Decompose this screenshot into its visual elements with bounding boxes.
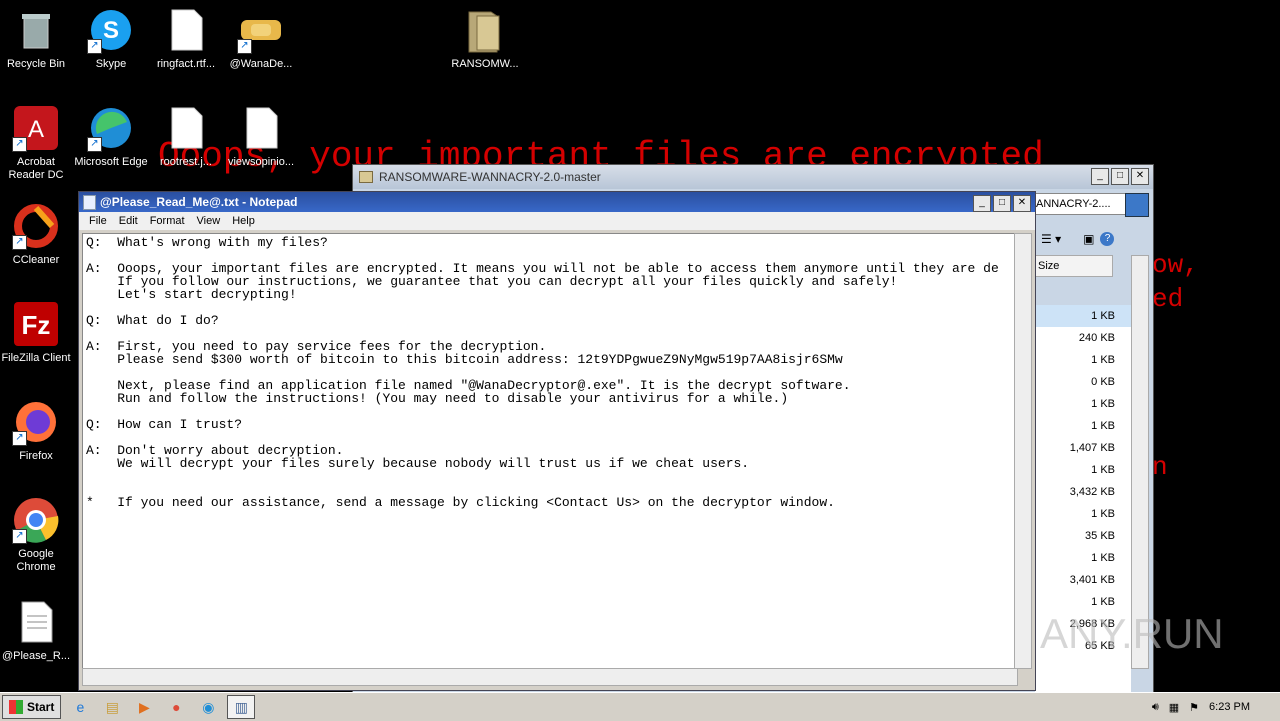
flag-icon[interactable]: ⚑ bbox=[1189, 701, 1199, 714]
maximize-button[interactable]: □ bbox=[993, 195, 1011, 212]
file-size-row[interactable]: 0 KB bbox=[1035, 371, 1131, 393]
explorer-vertical-scrollbar[interactable] bbox=[1131, 255, 1149, 669]
filezilla-icon: Fz bbox=[12, 300, 60, 348]
file-size-row[interactable]: 1 KB bbox=[1035, 503, 1131, 525]
desktop-icon-ccleaner[interactable]: ↗ CCleaner bbox=[0, 196, 74, 267]
notepad-icon bbox=[83, 194, 96, 210]
skype-icon: S ↗ bbox=[87, 6, 135, 54]
minimize-button[interactable]: _ bbox=[973, 195, 991, 212]
taskbar-notepad-icon[interactable]: ▥ bbox=[227, 695, 256, 719]
taskbar-explorer-icon[interactable]: ▤ bbox=[99, 696, 125, 718]
svg-text:S: S bbox=[103, 17, 119, 44]
address-bar[interactable]: ANNACRY-2.... bbox=[1035, 193, 1132, 215]
acrobat-icon: A ↗ bbox=[12, 104, 60, 152]
system-tray: 🔊︎ ▦ ⚑ 6:23 PM bbox=[1152, 695, 1280, 719]
watermark: ANY.RUN bbox=[1040, 610, 1224, 657]
handshake-icon: ↗ bbox=[237, 6, 285, 54]
file-size-row[interactable]: 1,407 KB bbox=[1035, 437, 1131, 459]
notepad-menu-bar: File Edit Format View Help bbox=[79, 212, 1035, 230]
notepad-title: @Please_Read_Me@.txt - Notepad bbox=[100, 195, 298, 209]
text-file-icon bbox=[12, 598, 60, 646]
file-size-row[interactable]: 35 KB bbox=[1035, 525, 1131, 547]
notepad-vertical-scrollbar[interactable] bbox=[1014, 233, 1032, 669]
close-button[interactable]: ✕ bbox=[1131, 168, 1149, 185]
file-size-row[interactable]: 1 KB bbox=[1035, 415, 1131, 437]
file-size-row[interactable]: 1 KB bbox=[1035, 459, 1131, 481]
explorer-title-bar[interactable]: RANSOMWARE-WANNACRY-2.0-master bbox=[353, 165, 1153, 189]
folder-icon bbox=[461, 6, 509, 54]
firefox-icon: ↗ bbox=[12, 398, 60, 446]
edge-icon: ↗ bbox=[87, 104, 135, 152]
desktop-icon-wanadecryptor[interactable]: ↗ @WanaDe... bbox=[223, 0, 299, 71]
svg-text:A: A bbox=[28, 116, 44, 143]
file-size-row[interactable]: 1 KB bbox=[1035, 393, 1131, 415]
size-column-header[interactable]: Size bbox=[1035, 255, 1113, 277]
desktop-icon-rootrest[interactable]: rootrest.j... bbox=[148, 98, 224, 169]
ccleaner-icon: ↗ bbox=[12, 202, 60, 250]
taskbar-ie-icon[interactable]: e bbox=[67, 696, 93, 718]
clock[interactable]: 6:23 PM bbox=[1209, 701, 1250, 713]
desktop-icon-ringfact[interactable]: ringfact.rtf... bbox=[148, 0, 224, 71]
file-size-row[interactable]: 1 KB bbox=[1035, 547, 1131, 569]
wallpaper-fragment: ow, bbox=[1152, 250, 1199, 280]
taskbar-edge-icon[interactable]: ◉ bbox=[195, 696, 221, 718]
close-button[interactable]: ✕ bbox=[1013, 195, 1031, 212]
file-size-row[interactable]: 1 KB bbox=[1035, 349, 1131, 371]
explorer-title: RANSOMWARE-WANNACRY-2.0-master bbox=[379, 170, 601, 184]
svg-text:Fz: Fz bbox=[22, 310, 51, 340]
taskbar: Start e ▤ ▶ ● ◉ ▥ 🔊︎ ▦ ⚑ 6:23 PM bbox=[0, 692, 1280, 721]
preview-pane-icon[interactable]: ▣ bbox=[1083, 232, 1094, 246]
taskbar-chrome-icon[interactable]: ● bbox=[163, 696, 189, 718]
desktop-icon-chrome[interactable]: ↗ Google Chrome bbox=[0, 490, 74, 574]
minimize-button[interactable]: _ bbox=[1091, 168, 1109, 185]
menu-view[interactable]: View bbox=[191, 215, 227, 227]
recycle-bin-icon bbox=[12, 6, 60, 54]
volume-icon[interactable]: 🔊︎ bbox=[1152, 701, 1159, 714]
menu-file[interactable]: File bbox=[83, 215, 113, 227]
file-size-row[interactable]: 3,401 KB bbox=[1035, 569, 1131, 591]
help-icon[interactable]: ? bbox=[1100, 232, 1115, 246]
desktop-icon-please-read[interactable]: @Please_R... bbox=[0, 592, 74, 663]
desktop-icon-firefox[interactable]: ↗ Firefox bbox=[0, 392, 74, 463]
document-icon bbox=[162, 6, 210, 54]
view-options-icon[interactable]: ☰ ▾ bbox=[1041, 232, 1061, 246]
menu-format[interactable]: Format bbox=[144, 215, 191, 227]
document-icon bbox=[162, 104, 210, 152]
start-button[interactable]: Start bbox=[2, 695, 62, 719]
search-icon[interactable] bbox=[1125, 193, 1149, 217]
desktop-icon-recycle-bin[interactable]: Recycle Bin bbox=[0, 0, 74, 71]
chrome-icon: ↗ bbox=[12, 496, 60, 544]
desktop-icon-skype[interactable]: S ↗ Skype bbox=[73, 0, 149, 71]
desktop-icon-ransomware-folder[interactable]: RANSOMW... bbox=[447, 0, 523, 71]
notepad-title-bar[interactable]: @Please_Read_Me@.txt - Notepad bbox=[79, 192, 1035, 212]
file-size-row[interactable]: 240 KB bbox=[1035, 327, 1131, 349]
desktop-icon-acrobat[interactable]: A ↗ Acrobat Reader DC bbox=[0, 98, 74, 182]
menu-help[interactable]: Help bbox=[226, 215, 261, 227]
wallpaper-fragment: n bbox=[1152, 452, 1168, 482]
taskbar-media-player-icon[interactable]: ▶ bbox=[131, 696, 157, 718]
notepad-text-area[interactable]: Q: What's wrong with my files? A: Ooops,… bbox=[82, 233, 1018, 669]
notepad-window[interactable]: @Please_Read_Me@.txt - Notepad _ □ ✕ Fil… bbox=[78, 191, 1036, 691]
desktop-icon-edge[interactable]: ↗ Microsoft Edge bbox=[73, 98, 149, 169]
wallpaper-fragment: ed bbox=[1152, 284, 1184, 314]
file-size-row[interactable]: 3,432 KB bbox=[1035, 481, 1131, 503]
document-icon bbox=[237, 104, 285, 152]
ransom-note-text: Q: What's wrong with my files? A: Ooops,… bbox=[86, 235, 999, 510]
file-size-row[interactable]: 1 KB bbox=[1035, 305, 1131, 327]
folder-icon bbox=[359, 171, 373, 183]
desktop-icon-viewsopinio[interactable]: viewsopinio... bbox=[223, 98, 299, 169]
desktop-icon-filezilla[interactable]: Fz FileZilla Client bbox=[0, 294, 74, 365]
menu-edit[interactable]: Edit bbox=[113, 215, 144, 227]
windows-logo-icon bbox=[9, 700, 23, 714]
maximize-button[interactable]: □ bbox=[1111, 168, 1129, 185]
notepad-horizontal-scrollbar[interactable] bbox=[82, 668, 1018, 686]
network-icon[interactable]: ▦ bbox=[1169, 701, 1179, 714]
